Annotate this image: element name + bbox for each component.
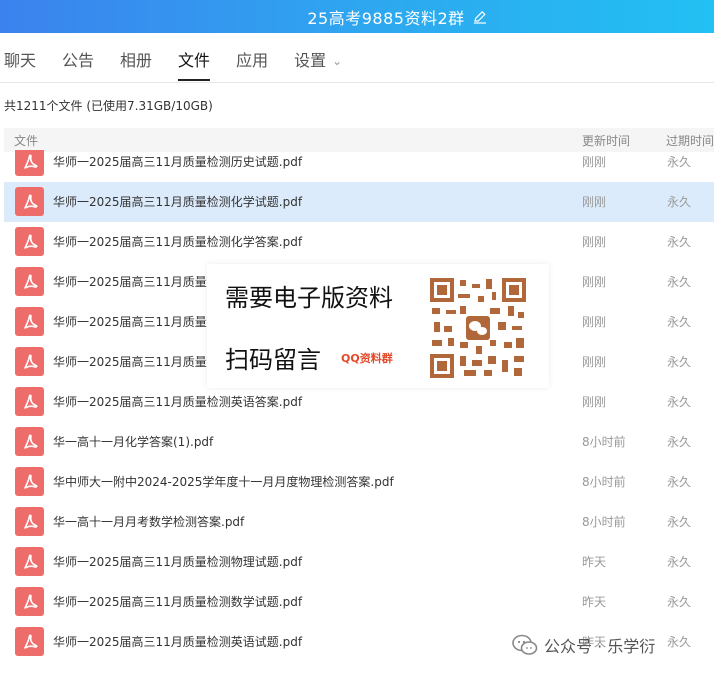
- tab-settings[interactable]: 设置 ⌄: [294, 33, 342, 83]
- file-name[interactable]: 华师一2025届高三11月质量检测化学试题.pdf: [53, 193, 302, 210]
- column-header-file[interactable]: 文件: [14, 132, 38, 149]
- file-expire-time: 永久: [667, 155, 692, 169]
- edit-icon[interactable]: [473, 10, 487, 24]
- file-name[interactable]: 华一高十一月化学答案(1).pdf: [53, 433, 213, 450]
- pdf-icon: [15, 150, 44, 176]
- file-name[interactable]: 华一高十一月月考数学检测答案.pdf: [53, 513, 244, 530]
- tab-settings-label: 设置: [294, 50, 327, 70]
- file-row[interactable]: 华师一2025届高三11月质量检测化学试题.pdf 刚刚 永久: [4, 182, 714, 222]
- group-title: 25高考9885资料2群: [307, 8, 465, 28]
- tab-bar: 聊天 公告 相册 文件 应用 设置 ⌄: [0, 33, 714, 83]
- file-row[interactable]: 华中师大一附中2024-2025学年度十一月月度物理检测答案.pdf 8小时前 永久: [4, 462, 714, 502]
- pdf-icon: [15, 347, 44, 376]
- file-expire-time: 永久: [667, 275, 692, 289]
- wechat-icon: [512, 634, 538, 655]
- pdf-icon: [15, 627, 44, 656]
- file-name[interactable]: 华师一2025届高三11月质量检: [53, 353, 219, 370]
- file-name[interactable]: 华师一2025届高三11月质量检: [53, 313, 219, 330]
- file-updated-time: 昨天: [582, 595, 607, 609]
- file-expire-time: 永久: [667, 635, 692, 649]
- file-updated-time: 8小时前: [582, 475, 626, 489]
- tab-announcement[interactable]: 公告: [62, 33, 94, 83]
- file-expire-time: 永久: [667, 595, 692, 609]
- file-row[interactable]: 华师一2025届高三11月质量检测英语答案.pdf 刚刚 永久: [4, 382, 714, 422]
- file-row[interactable]: 华师一2025届高三11月质量检测数学试题.pdf 昨天 永久: [4, 582, 714, 622]
- file-updated-time: 8小时前: [582, 435, 626, 449]
- file-list: 华师一2025届高三11月质量检测历史试题.pdf 刚刚 永久 华师一2025届高三1…: [4, 150, 714, 674]
- tab-apps[interactable]: 应用: [236, 33, 268, 83]
- promo-scan-text: 扫码留言: [225, 346, 321, 374]
- file-expire-time: 永久: [667, 315, 692, 329]
- file-expire-time: 永久: [667, 395, 692, 409]
- file-updated-time: 昨天: [582, 555, 607, 569]
- file-expire-time: 永久: [667, 555, 692, 569]
- promo-overlay: 需要电子版资料 扫码留言 QQ资料群: [207, 264, 549, 388]
- file-name[interactable]: 华师一2025届高三11月质量检测英语答案.pdf: [53, 393, 302, 410]
- file-expire-time: 永久: [667, 515, 692, 529]
- tab-chat[interactable]: 聊天: [4, 33, 36, 83]
- tab-files[interactable]: 文件: [178, 33, 211, 83]
- column-header-updated[interactable]: 更新时间: [582, 132, 630, 149]
- file-updated-time: 刚刚: [582, 275, 607, 289]
- file-updated-time: 刚刚: [582, 315, 607, 329]
- pdf-icon: [15, 427, 44, 456]
- pdf-icon: [15, 267, 44, 296]
- file-row[interactable]: 华师一2025届高三11月质量检测历史试题.pdf 刚刚 永久: [4, 150, 714, 182]
- file-updated-time: 8小时前: [582, 515, 626, 529]
- file-name[interactable]: 华师一2025届高三11月质量检测化学答案.pdf: [53, 233, 302, 250]
- file-expire-time: 永久: [667, 195, 692, 209]
- file-expire-time: 永久: [667, 475, 692, 489]
- file-name[interactable]: 华师一2025届高三11月质量检测历史试题.pdf: [53, 153, 302, 170]
- storage-usage: 共1211个文件 (已使用7.31GB/10GB): [4, 99, 213, 113]
- file-row[interactable]: 华一高十一月化学答案(1).pdf 8小时前 永久: [4, 422, 714, 462]
- file-row[interactable]: 华师一2025届高三11月质量检测化学答案.pdf 刚刚 永久: [4, 222, 714, 262]
- pdf-icon: [15, 387, 44, 416]
- file-updated-time: 刚刚: [582, 395, 607, 409]
- file-row[interactable]: 华一高十一月月考数学检测答案.pdf 8小时前 永久: [4, 502, 714, 542]
- chevron-down-icon: ⌄: [332, 54, 343, 68]
- file-name[interactable]: 华师一2025届高三11月质量检测数学试题.pdf: [53, 593, 302, 610]
- file-name[interactable]: 华师一2025届高三11月质量检测物理试题.pdf: [53, 553, 302, 570]
- file-row[interactable]: 华师一2025届高三11月质量检测物理试题.pdf 昨天 永久: [4, 542, 714, 582]
- tab-album[interactable]: 相册: [120, 33, 152, 83]
- file-updated-time: 刚刚: [582, 355, 607, 369]
- file-list-header: 文件 更新时间 过期时间: [4, 128, 714, 152]
- column-header-expire[interactable]: 过期时间: [666, 132, 714, 149]
- wechat-qr-code-icon[interactable]: [428, 276, 528, 380]
- pdf-icon: [15, 587, 44, 616]
- file-updated-time: 刚刚: [582, 235, 607, 249]
- pdf-icon: [15, 227, 44, 256]
- file-expire-time: 永久: [667, 355, 692, 369]
- pdf-icon: [15, 187, 44, 216]
- pdf-icon: [15, 507, 44, 536]
- title-bar: 25高考9885资料2群: [0, 0, 714, 33]
- file-updated-time: 刚刚: [582, 155, 607, 169]
- file-updated-time: 刚刚: [582, 195, 607, 209]
- pdf-icon: [15, 467, 44, 496]
- file-name[interactable]: 华师一2025届高三11月质量检测英语试题.pdf: [53, 633, 302, 650]
- promo-headline: 需要电子版资料: [225, 284, 393, 312]
- promo-tag: QQ资料群: [341, 352, 393, 365]
- watermark: 公众号 · 乐学衍: [512, 630, 655, 660]
- pdf-icon: [15, 307, 44, 336]
- pdf-icon: [15, 547, 44, 576]
- file-expire-time: 永久: [667, 435, 692, 449]
- file-name[interactable]: 华师一2025届高三11月质量检: [53, 273, 219, 290]
- file-name[interactable]: 华中师大一附中2024-2025学年度十一月月度物理检测答案.pdf: [53, 473, 394, 490]
- watermark-text: 公众号 · 乐学衍: [544, 637, 656, 656]
- file-expire-time: 永久: [667, 235, 692, 249]
